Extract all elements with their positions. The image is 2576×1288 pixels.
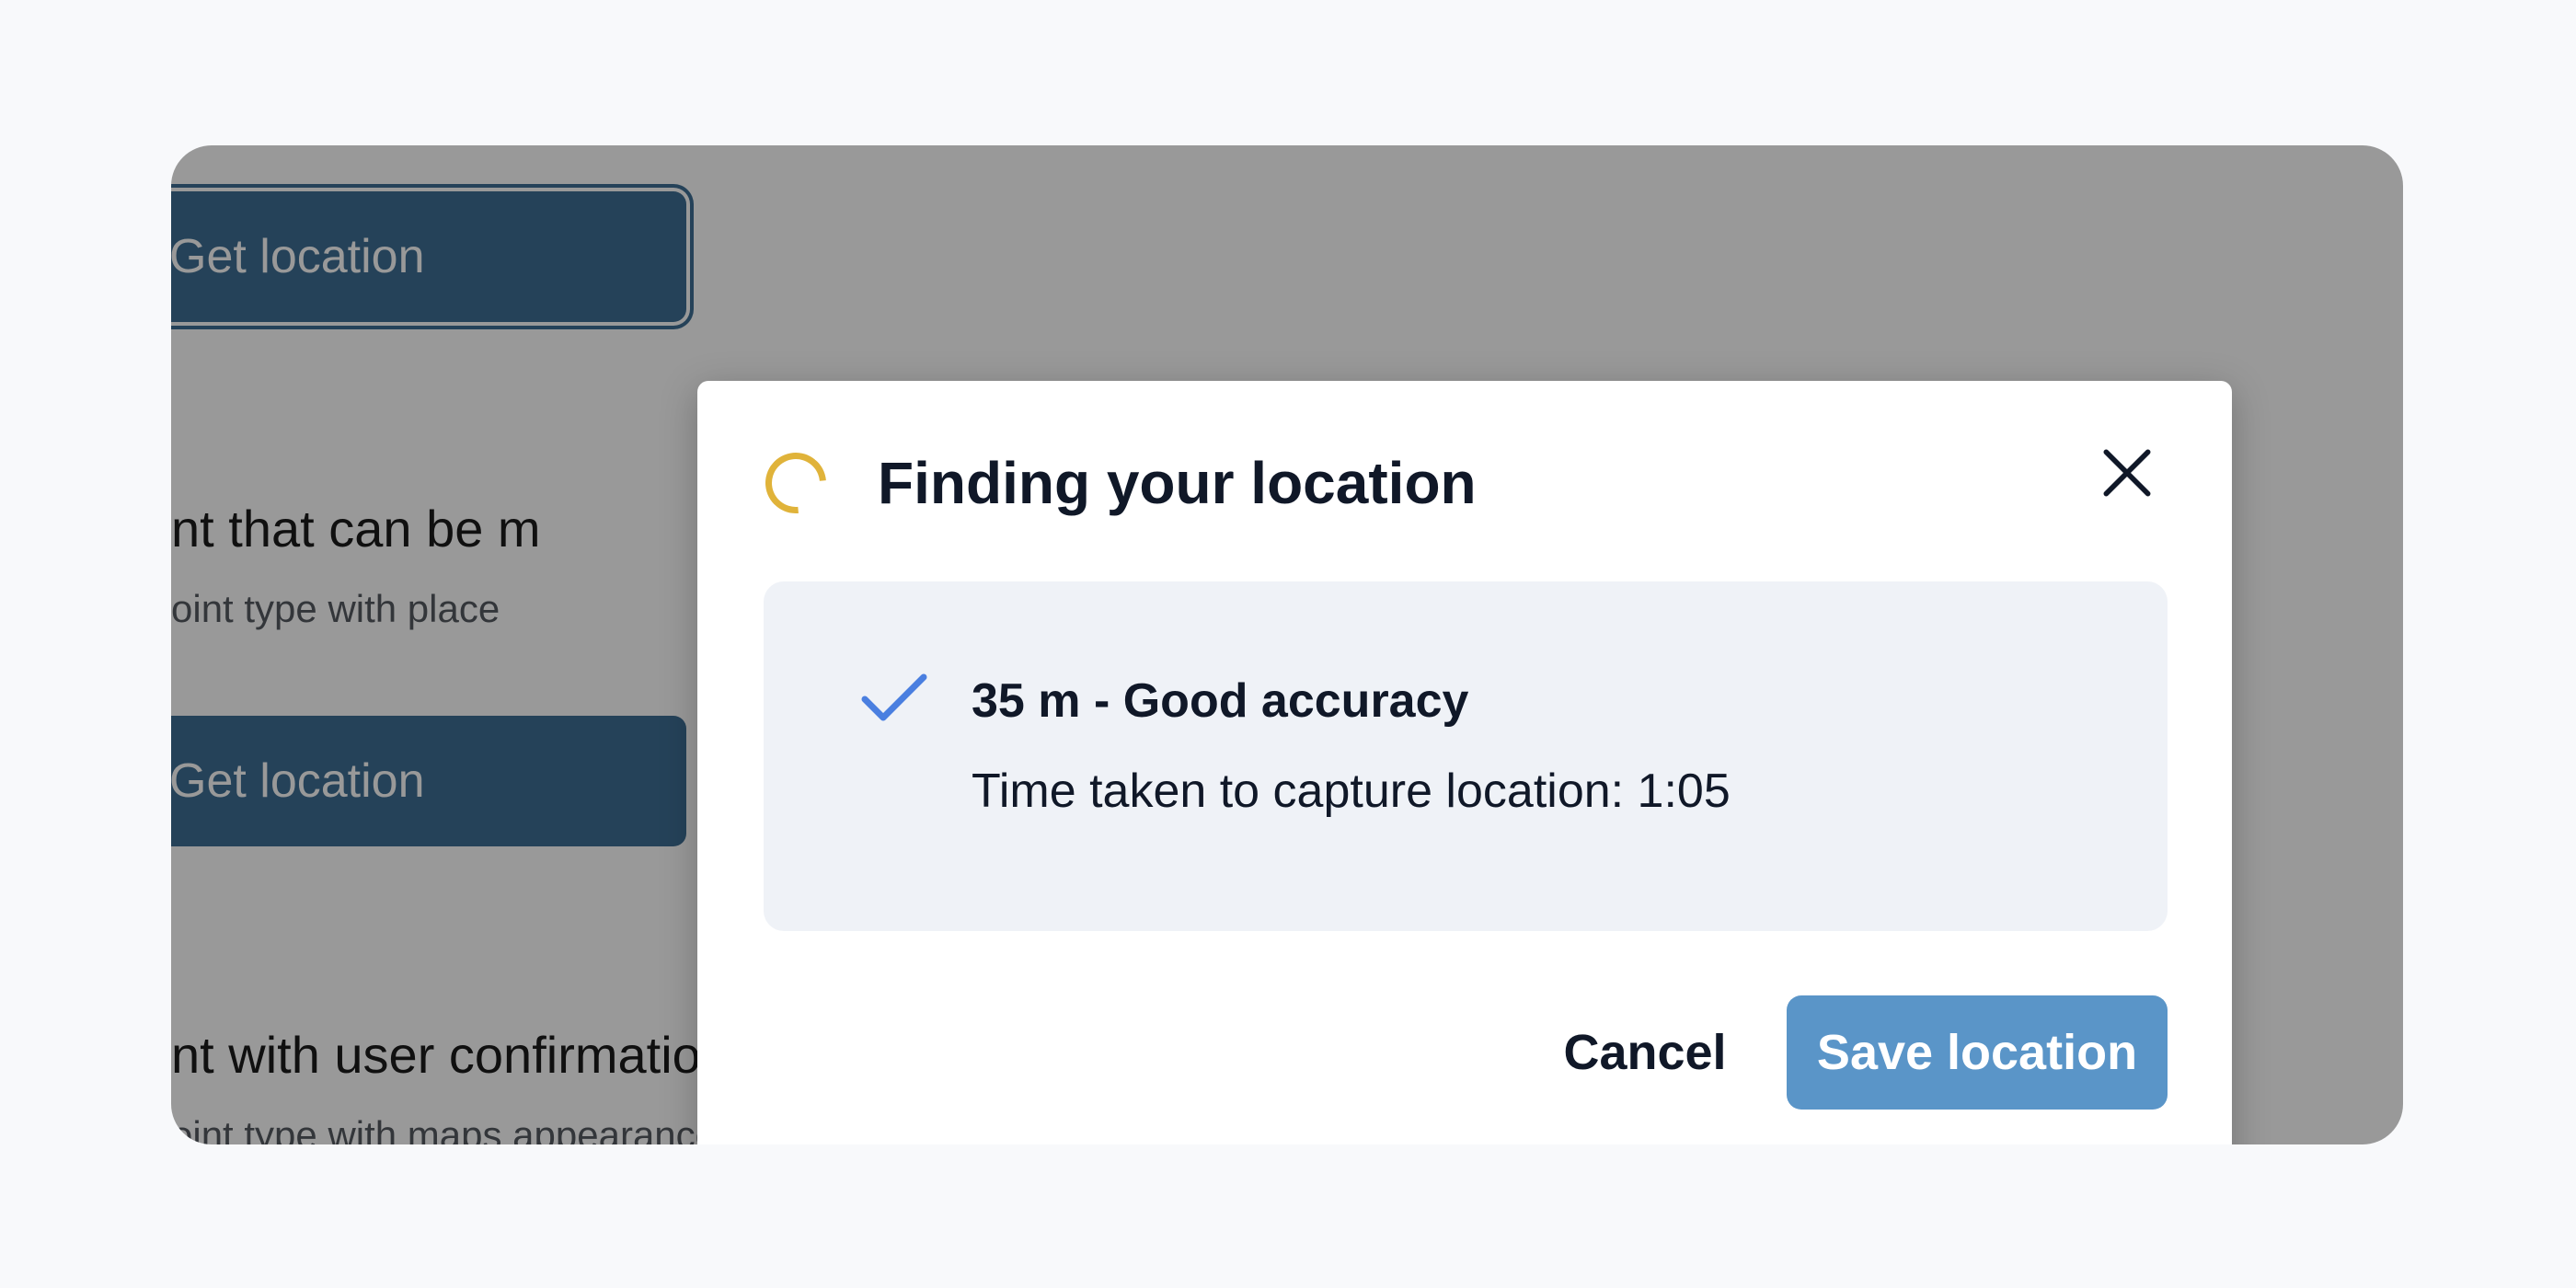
location-dialog: Finding your location 35 m - Good accura… xyxy=(697,381,2232,1144)
status-panel: 35 m - Good accuracy Time taken to captu… xyxy=(764,581,2168,931)
close-icon[interactable] xyxy=(2096,442,2158,504)
app-frame: Get location nt that can be m oint type … xyxy=(171,145,2403,1144)
cancel-button[interactable]: Cancel xyxy=(1525,995,1765,1110)
accuracy-text: 35 m - Good accuracy xyxy=(972,674,1469,728)
loading-spinner-icon xyxy=(753,440,839,526)
time-taken-text: Time taken to capture location: 1:05 xyxy=(972,765,1731,818)
save-location-button[interactable]: Save location xyxy=(1787,995,2168,1110)
dialog-title: Finding your location xyxy=(878,450,1477,516)
check-icon xyxy=(859,672,929,727)
